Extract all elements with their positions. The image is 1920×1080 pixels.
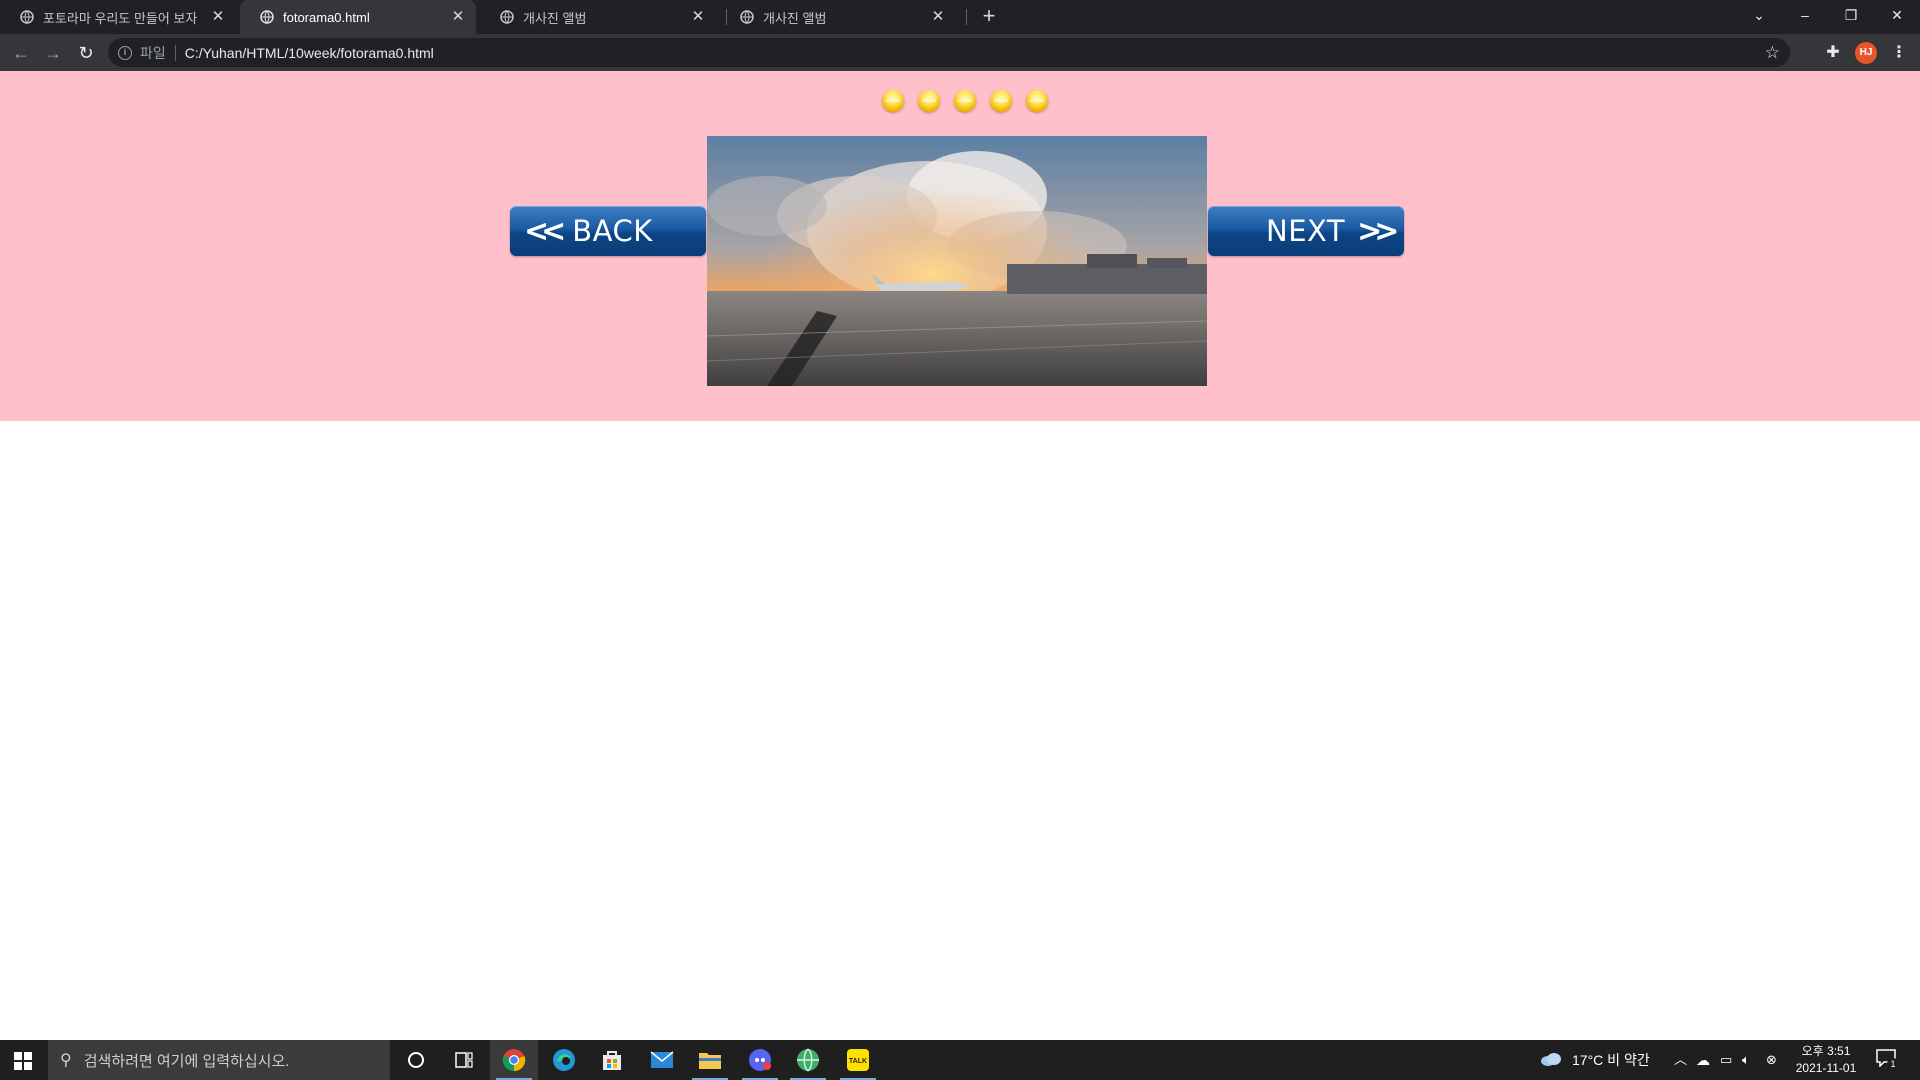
kebab-menu-icon[interactable]: ⋮ (1888, 42, 1910, 64)
close-icon[interactable]: ✕ (210, 9, 226, 25)
tab-strip: 포토라마 우리도 만들어 보자 ✕ fotorama0.html ✕ 개사진 앨… (0, 0, 1920, 34)
double-chevron-right-icon: >> (1357, 213, 1399, 249)
taskbar-search-box[interactable]: ⚲ 검색하려면 여기에 입력하십시오. (48, 1040, 390, 1080)
tab-divider (966, 9, 967, 25)
tab-title: 포토라마 우리도 만들어 보자 (43, 10, 198, 26)
vpn-globe-taskbar-icon[interactable] (784, 1040, 832, 1080)
double-chevron-left-icon: << (524, 213, 566, 249)
file-explorer-taskbar-icon[interactable] (686, 1040, 734, 1080)
slide-dot-1[interactable] (882, 90, 904, 112)
gallery-banner: << BACK NEXT >> (0, 71, 1920, 421)
page-viewport: << BACK NEXT >> (0, 71, 1920, 1040)
chrome-taskbar-icon[interactable] (490, 1040, 538, 1080)
tab-title: 개사진 앨범 (523, 10, 587, 26)
globe-icon (500, 10, 514, 24)
tab-4[interactable]: 개사진 앨범 ✕ (720, 0, 956, 34)
status-error-icon[interactable]: ⊗ (1766, 1040, 1777, 1080)
browser-toolbar: ← → ↻ i 파일 C:/Yuhan/HTML/10week/fotorama… (0, 34, 1920, 71)
url-text[interactable]: C:/Yuhan/HTML/10week/fotorama0.html (185, 45, 434, 61)
weather-text[interactable]: 17°C 비 약간 (1572, 1040, 1650, 1080)
slide-dot-2[interactable] (918, 90, 940, 112)
reload-icon[interactable]: ↻ (74, 41, 98, 65)
onedrive-cloud-icon[interactable]: ☁ (1696, 1040, 1710, 1080)
restore-button[interactable]: ❐ (1828, 0, 1874, 30)
mail-taskbar-icon[interactable] (638, 1040, 686, 1080)
globe-icon (740, 10, 754, 24)
new-tab-button[interactable]: + (976, 4, 1002, 30)
globe-icon (260, 10, 274, 24)
cortana-icon[interactable] (392, 1040, 440, 1080)
next-label: NEXT (1266, 214, 1346, 248)
close-icon[interactable]: ✕ (930, 9, 946, 25)
extensions-puzzle-icon[interactable]: ✚ (1822, 42, 1844, 64)
minimize-button[interactable]: – (1782, 0, 1828, 30)
back-arrow-icon[interactable]: ← (9, 41, 33, 65)
notification-center-icon[interactable]: 1 (1876, 1049, 1899, 1071)
forward-arrow-icon[interactable]: → (41, 41, 65, 65)
tab-3[interactable]: 개사진 앨범 ✕ (480, 0, 716, 34)
info-icon[interactable]: i (118, 45, 132, 60)
slide-dot-3[interactable] (954, 90, 976, 112)
show-hidden-icons[interactable]: ︿ (1674, 1040, 1687, 1080)
search-placeholder: 검색하려면 여기에 입력하십시오. (83, 1052, 290, 1070)
clock-time: 오후 3:51 (1801, 1044, 1851, 1058)
close-window-button[interactable]: ✕ (1874, 0, 1920, 30)
taskbar-clock[interactable]: 오후 3:51 2021-11-01 (1790, 1043, 1862, 1077)
back-button[interactable]: << BACK (510, 206, 706, 256)
scheme-label: 파일 (140, 44, 166, 61)
omnibox-divider (174, 44, 176, 61)
slide-dot-5[interactable] (1026, 90, 1048, 112)
svg-text:TALK: TALK (849, 1058, 867, 1065)
airport-sunset-photo (707, 136, 1207, 386)
slide-dot-4[interactable] (990, 90, 1012, 112)
task-view-icon[interactable] (440, 1040, 488, 1080)
globe-icon (20, 10, 34, 24)
tab-search-icon[interactable]: ⌄ (1736, 0, 1782, 30)
search-icon: ⚲ (60, 1052, 72, 1069)
slide-indicators (882, 90, 1062, 114)
network-icon[interactable]: ▭ (1720, 1040, 1732, 1080)
address-bar[interactable]: i 파일 C:/Yuhan/HTML/10week/fotorama0.html… (108, 38, 1790, 67)
store-taskbar-icon[interactable] (588, 1040, 636, 1080)
windows-taskbar: ⚲ 검색하려면 여기에 입력하십시오. TALK 17°C 비 약간 ︿ ☁ ▭… (0, 1040, 1920, 1080)
tab-title: 개사진 앨범 (763, 10, 827, 26)
tab-1[interactable]: 포토라마 우리도 만들어 보자 ✕ (0, 0, 236, 34)
clock-date: 2021-11-01 (1795, 1061, 1857, 1075)
bookmark-star-icon[interactable]: ☆ (1765, 43, 1780, 63)
tab-title: fotorama0.html (283, 9, 370, 25)
volume-icon[interactable]: 🔈︎ (1742, 1040, 1750, 1080)
profile-avatar[interactable]: HJ (1855, 42, 1877, 64)
notification-count: 1 (1887, 1058, 1899, 1070)
weather-cloud-icon[interactable] (1540, 1051, 1562, 1069)
back-label: BACK (572, 214, 653, 248)
windows-start-icon[interactable] (14, 1052, 32, 1070)
tab-2[interactable]: fotorama0.html ✕ (240, 0, 476, 34)
next-button[interactable]: NEXT >> (1208, 206, 1404, 256)
slide-photo (707, 136, 1207, 386)
kakaotalk-taskbar-icon[interactable]: TALK (834, 1040, 882, 1080)
close-icon[interactable]: ✕ (450, 9, 466, 25)
close-icon[interactable]: ✕ (690, 9, 706, 25)
edge-taskbar-icon[interactable] (540, 1040, 588, 1080)
discord-taskbar-icon[interactable] (736, 1040, 784, 1080)
